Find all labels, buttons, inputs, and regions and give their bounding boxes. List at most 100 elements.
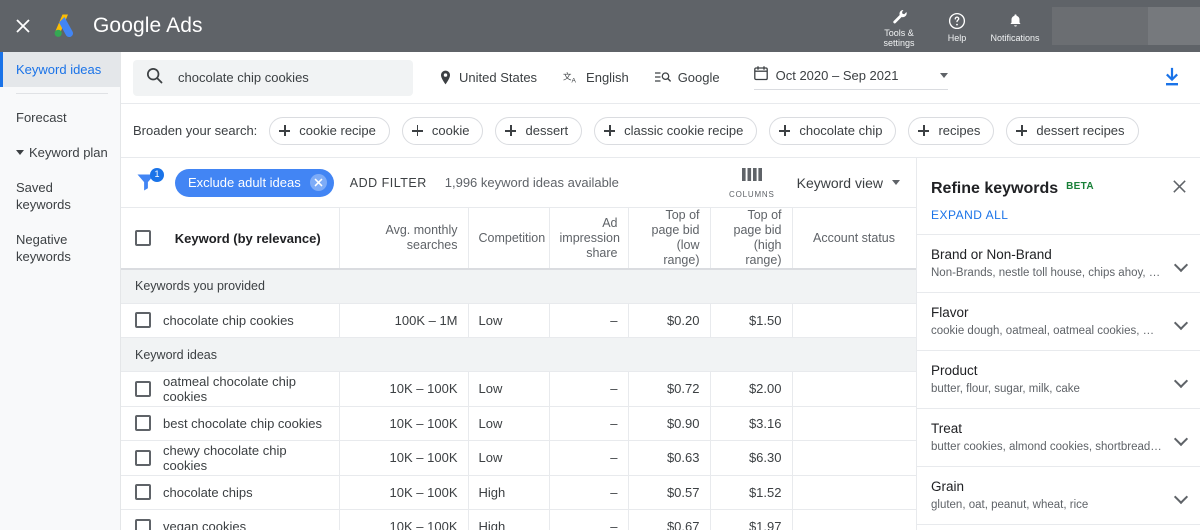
- plus-icon: [918, 125, 930, 136]
- close-icon[interactable]: [1171, 178, 1188, 200]
- sidebar-item-negative-keywords[interactable]: Negative keywords: [0, 222, 120, 274]
- broaden-chip-label: classic cookie recipe: [624, 123, 744, 138]
- broaden-chip[interactable]: cookie: [401, 116, 484, 145]
- column-header-account-status[interactable]: Account status: [792, 208, 916, 270]
- sidebar-item-label: Keyword ideas: [16, 62, 102, 77]
- chevron-down-icon: [892, 180, 900, 185]
- refine-panel-header: Refine keywords BETA: [917, 158, 1200, 198]
- cell-keyword: chocolate chip cookies: [157, 303, 340, 338]
- broaden-chip[interactable]: recipes: [908, 116, 995, 145]
- broaden-chip[interactable]: classic cookie recipe: [594, 116, 758, 145]
- cell-bid-high: $1.52: [710, 475, 793, 510]
- refine-category-grain[interactable]: Grain gluten, oat, peanut, wheat, rice: [917, 466, 1200, 524]
- help-button[interactable]: Help: [928, 0, 986, 52]
- cell-bid-high: $3.16: [710, 406, 793, 441]
- chevron-down-icon: [1173, 257, 1189, 272]
- cell-avg-monthly-searches: 10K – 100K: [339, 406, 469, 441]
- cell-account-status: [792, 371, 916, 407]
- location-selector[interactable]: United States: [439, 70, 537, 85]
- row-select-cell: [121, 475, 157, 510]
- language-selector[interactable]: 文 A English: [563, 70, 629, 85]
- column-header-keyword[interactable]: Keyword (by relevance): [157, 208, 340, 270]
- column-header-ad-impression-share[interactable]: Ad impression share: [549, 208, 629, 270]
- refine-category-flavor[interactable]: Flavor cookie dough, oatmeal, oatmeal co…: [917, 292, 1200, 350]
- notifications-button[interactable]: Notifications: [986, 0, 1044, 52]
- sidebar-item-saved-keywords[interactable]: Saved keywords: [0, 170, 120, 222]
- refine-category-brand-or-non-brand[interactable]: Brand or Non-Brand Non-Brands, nestle to…: [917, 234, 1200, 292]
- broaden-chip[interactable]: cookie recipe: [269, 116, 390, 145]
- sidebar-item-label: Keyword plan: [29, 145, 108, 160]
- table-row[interactable]: oatmeal chocolate chip cookies 10K – 100…: [121, 371, 916, 407]
- table-row[interactable]: vegan cookies 10K – 100K High – $0.67 $1…: [121, 509, 916, 530]
- bell-icon: [1007, 9, 1024, 30]
- sidebar-item-label: Forecast: [16, 110, 67, 125]
- refine-category-treat[interactable]: Treat butter cookies, almond cookies, sh…: [917, 408, 1200, 466]
- tools-and-settings-button[interactable]: Tools & settings: [870, 0, 928, 52]
- refine-category-title: Product: [931, 363, 978, 378]
- refine-category-product[interactable]: Product butter, flour, sugar, milk, cake: [917, 350, 1200, 408]
- table-row[interactable]: chewy chocolate chip cookies 10K – 100K …: [121, 440, 916, 476]
- top-app-bar: Google Ads Tools & settings Help Notific: [0, 0, 1200, 52]
- table-header-row: Keyword (by relevance) Avg. monthly sear…: [121, 208, 916, 270]
- refine-keywords-panel: Refine keywords BETA EXPAND ALL Brand or…: [916, 158, 1200, 530]
- row-checkbox[interactable]: [135, 312, 151, 329]
- search-input-value: chocolate chip cookies: [178, 70, 309, 85]
- column-header-bid-low[interactable]: Top of page bid (low range): [628, 208, 711, 270]
- download-icon[interactable]: [1160, 66, 1184, 90]
- broaden-chip[interactable]: dessert: [495, 116, 583, 145]
- add-filter-button[interactable]: ADD FILTER: [350, 176, 427, 190]
- table-row[interactable]: best chocolate chip cookies 10K – 100K L…: [121, 406, 916, 441]
- cell-keyword: chocolate chips: [157, 475, 340, 510]
- wrench-icon: [891, 4, 908, 25]
- row-checkbox[interactable]: [135, 449, 151, 466]
- remove-filter-icon[interactable]: [309, 174, 327, 191]
- cell-competition: High: [468, 475, 550, 510]
- column-header-competition[interactable]: Competition: [468, 208, 550, 270]
- row-checkbox[interactable]: [135, 518, 151, 530]
- refine-category-title: Treat: [931, 421, 963, 436]
- column-header-avg-monthly-searches[interactable]: Avg. monthly searches: [339, 208, 469, 270]
- table-row[interactable]: chocolate chips 10K – 100K High – $0.57 …: [121, 475, 916, 510]
- columns-button[interactable]: COLUMNS: [729, 167, 775, 199]
- cell-keyword: best chocolate chip cookies: [157, 406, 340, 441]
- tools-and-settings-label: Tools & settings: [883, 28, 915, 48]
- view-selector[interactable]: Keyword view: [797, 175, 900, 191]
- date-range-selector[interactable]: Oct 2020 – Sep 2021: [753, 65, 949, 90]
- plus-icon: [505, 125, 517, 136]
- refine-category-diet[interactable]: Diet gluten free, keto, vegan, dairy fre…: [917, 524, 1200, 530]
- expand-all-button[interactable]: EXPAND ALL: [917, 198, 1200, 234]
- broaden-chip[interactable]: chocolate chip: [769, 116, 897, 145]
- sidebar-item-forecast[interactable]: Forecast: [0, 100, 120, 135]
- row-select-cell: [121, 406, 157, 441]
- row-checkbox[interactable]: [135, 380, 151, 397]
- table-group-row: Keyword ideas: [121, 337, 916, 372]
- active-filter-chip[interactable]: Exclude adult ideas: [175, 168, 334, 197]
- available-keywords-count: 1,996 keyword ideas available: [444, 175, 619, 190]
- select-all-checkbox[interactable]: [135, 230, 151, 246]
- broaden-chip-label: chocolate chip: [799, 123, 883, 138]
- row-checkbox[interactable]: [135, 484, 151, 501]
- table-row[interactable]: chocolate chip cookies 100K – 1M Low – $…: [121, 303, 916, 338]
- cell-avg-monthly-searches: 10K – 100K: [339, 440, 469, 476]
- close-icon[interactable]: [0, 0, 46, 52]
- network-selector[interactable]: Google: [654, 70, 720, 85]
- chevron-down-icon: [1173, 431, 1189, 446]
- column-header-bid-high[interactable]: Top of page bid (high range): [710, 208, 793, 270]
- cell-ad-impression-share: –: [549, 440, 629, 476]
- account-selector[interactable]: [1052, 7, 1200, 45]
- sidebar-item-keyword-ideas[interactable]: Keyword ideas: [0, 52, 120, 87]
- broaden-chip[interactable]: dessert recipes: [1006, 116, 1139, 145]
- cell-competition: Low: [468, 406, 550, 441]
- cell-ad-impression-share: –: [549, 509, 629, 530]
- sidebar-item-keyword-plan[interactable]: Keyword plan: [0, 135, 120, 170]
- cell-ad-impression-share: –: [549, 475, 629, 510]
- cell-competition: Low: [468, 371, 550, 407]
- filter-count-badge: 1: [150, 167, 164, 182]
- row-checkbox[interactable]: [135, 415, 151, 432]
- search-input[interactable]: chocolate chip cookies: [133, 59, 413, 96]
- cell-bid-low: $0.90: [628, 406, 711, 441]
- sidebar-item-label: Saved keywords: [16, 180, 71, 212]
- filter-icon[interactable]: 1: [135, 167, 164, 196]
- broaden-label: Broaden your search:: [133, 123, 258, 138]
- cell-competition: High: [468, 509, 550, 530]
